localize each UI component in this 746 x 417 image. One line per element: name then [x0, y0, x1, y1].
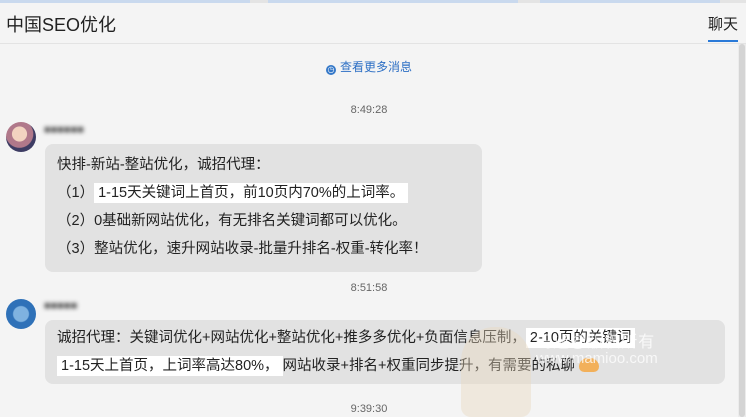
message-timestamp: 8:51:58 [350, 282, 388, 294]
message-bubble: 快排-新站-整站优化，诚招代理： （1） 1-15天关键词上首页，前10页内70%… [45, 144, 482, 272]
message-line: （1） 1-15天关键词上首页，前10页内70%的上词率。 [57, 179, 482, 207]
view-more-messages-link[interactable]: ◷ 查看更多消息 [0, 58, 738, 75]
sender-avatar[interactable] [6, 299, 36, 329]
message-timestamp: 9:39:30 [350, 403, 388, 415]
message-line: 快排-新站-整站优化，诚招代理： [57, 157, 270, 173]
tab-chat[interactable]: 聊天 [708, 13, 738, 42]
message-text: 网站收录+排名+权重同步提升，有需要的私聊 [282, 358, 575, 374]
clock-icon: ◷ [325, 65, 336, 75]
message-timestamp: 8:49:28 [350, 104, 388, 116]
sender-avatar[interactable] [6, 122, 36, 152]
list-marker: （3） [57, 241, 95, 257]
watermark-url: www.mamioo.com [536, 350, 658, 367]
list-marker: （2） [57, 213, 95, 229]
message-text: 诚招代理：关键词优化+网站优化+整站优化+推多多优化+负面信息压制， [57, 330, 526, 346]
message-line: （2）0基础新网站优化，有无排名关键词都可以优化。 [57, 207, 482, 235]
highlighted-text: 1-15天关键词上首页，前10页内70%的上词率。 [94, 183, 409, 203]
chat-header: 中国SEO优化 聊天 [0, 3, 746, 44]
message-text: 整站优化，速升网站收录-批量升排名-权重-转化率！ [94, 241, 428, 257]
message-text: 0基础新网站优化，有无排名关键词都可以优化。 [94, 213, 407, 229]
sender-name-blurred: ■■■■■■ [44, 124, 84, 136]
chat-title: 中国SEO优化 [6, 15, 117, 35]
highlighted-text: 1-15天上首页，上词率高达80%， [57, 356, 283, 376]
watermark-text: 码迷@版权所有 [536, 334, 656, 351]
view-more-label: 查看更多消息 [339, 60, 412, 74]
message-line: （3）整站优化，速升网站收录-批量升排名-权重-转化率！ [57, 235, 482, 263]
message-list: ◷ 查看更多消息 8:49:28 ■■■■■■ 快排-新站-整站优化，诚招代理： … [0, 44, 738, 417]
list-marker: （1） [57, 185, 95, 201]
scrollbar-thumb[interactable] [739, 44, 745, 417]
scrollbar[interactable] [738, 44, 746, 417]
sender-name-blurred: ■■■■■ [44, 300, 78, 312]
